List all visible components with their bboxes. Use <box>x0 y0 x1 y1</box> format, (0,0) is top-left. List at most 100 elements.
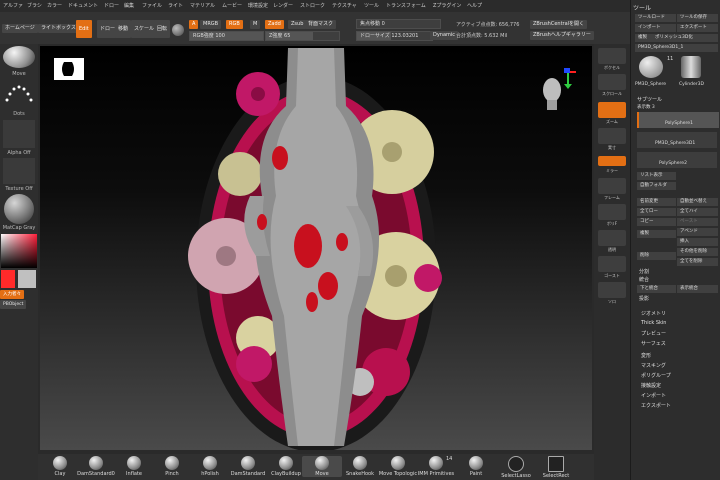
insert-button[interactable]: 挿入 <box>677 238 718 246</box>
frame-button[interactable] <box>598 178 626 194</box>
brush-pinch[interactable]: Pinch <box>152 456 192 477</box>
merge-down-button[interactable]: 下と統合 <box>637 285 676 293</box>
subtool-item-1[interactable]: PolySphere1 <box>637 112 719 128</box>
mirror-button[interactable] <box>598 156 626 166</box>
contact-section[interactable]: 接触設定 <box>641 382 661 389</box>
subtool-item-2[interactable]: PM3D_Sphere3D1 <box>637 132 717 148</box>
brush-inflate[interactable]: Inflate <box>114 456 154 477</box>
menu-texture[interactable]: テクスチャ <box>332 2 357 9</box>
menu-help[interactable]: ヘルプ <box>467 2 482 9</box>
zbrush-help-button[interactable]: ZBrushヘルプギャラリー <box>530 31 594 40</box>
masking-section[interactable]: マスキング <box>641 362 666 369</box>
rgb-button[interactable]: RGB <box>226 20 243 29</box>
menu-preferences[interactable]: 環境設定 <box>248 2 268 9</box>
surface-section[interactable]: サーフェス <box>641 340 666 347</box>
menu-document[interactable]: ドキュメント <box>68 2 98 9</box>
menu-light[interactable]: ライト <box>168 2 183 9</box>
active-mesh-name[interactable]: PM3D_Sphere3D1_1 <box>635 44 718 52</box>
brush-selectrect[interactable]: SelectRect <box>536 456 576 479</box>
focal-shift-slider[interactable]: 焦点移動 0 <box>356 19 441 29</box>
menu-stroke[interactable]: ストローク <box>300 2 325 9</box>
rename-button[interactable]: 名前変更 <box>637 198 676 206</box>
subtool-item-3[interactable]: PolySphere2 <box>637 152 717 168</box>
a-toggle[interactable]: A <box>189 20 199 29</box>
pbobject-button[interactable]: PBObject <box>0 300 27 309</box>
transp-button[interactable] <box>598 230 626 246</box>
list-all-button[interactable]: リスト表示 <box>637 172 676 180</box>
zbrushcentral-button[interactable]: ZBrushCentralを開く <box>530 20 588 29</box>
brush-clay[interactable]: Clay <box>40 456 80 477</box>
brush-selectlasso[interactable]: SelectLasso <box>496 456 536 479</box>
preview-section[interactable]: プレビュー <box>641 330 666 337</box>
make-polymesh-button[interactable]: ポリメッシュ3D化 <box>652 34 718 42</box>
m-button[interactable]: M <box>250 20 261 29</box>
texture-thumbnail[interactable] <box>3 158 35 184</box>
rotate-button[interactable]: 回転 <box>154 20 171 38</box>
bpr-button[interactable] <box>598 48 626 64</box>
move-mode-button[interactable]: 移動 <box>115 20 132 38</box>
tool-save-button[interactable]: ツールの保存 <box>677 14 718 22</box>
polyf-button[interactable] <box>598 204 626 220</box>
duplicate-button[interactable]: 複製 <box>637 230 676 238</box>
all-low-button[interactable]: 全てロー <box>637 208 676 216</box>
menu-material[interactable]: マテリアル <box>190 2 215 9</box>
mesh-thumbnail-1[interactable] <box>639 56 663 78</box>
tool-export-button[interactable]: エクスポート <box>677 24 718 32</box>
brush-claybuildup[interactable]: ClayBuildup <box>266 456 306 477</box>
menu-brush[interactable]: ブラシ <box>27 2 42 9</box>
sculpt-model[interactable] <box>40 46 592 450</box>
brush-preview-icon[interactable] <box>3 46 35 68</box>
input-button[interactable]: 入力者々 <box>0 290 24 299</box>
delete-button[interactable]: 削除 <box>637 252 676 260</box>
brush-damstandard0[interactable]: DamStandard0 <box>76 456 116 477</box>
menu-color[interactable]: カラー <box>47 2 62 9</box>
brush-move[interactable]: Move <box>302 456 342 477</box>
brush-hpolish[interactable]: hPolish <box>190 456 230 477</box>
z-intensity-slider[interactable]: Z強度 65 <box>265 31 340 41</box>
auto-folder-button[interactable]: 自動フォルダ <box>637 182 676 190</box>
menu-tool[interactable]: ツール <box>364 2 379 9</box>
main-color-swatch[interactable] <box>1 270 15 288</box>
secondary-color-swatch[interactable] <box>18 270 36 288</box>
menu-render[interactable]: レンダー <box>273 2 293 9</box>
append-button[interactable]: アペンド <box>677 228 718 236</box>
project-section[interactable]: 投影 <box>639 295 649 302</box>
edit-button[interactable]: Edit <box>76 20 92 38</box>
lightbox-button[interactable]: ライトボックス <box>38 24 79 33</box>
menu-transform[interactable]: トランスフォーム <box>386 2 426 9</box>
menu-zplugin[interactable]: Zプラグイン <box>433 2 461 9</box>
delete-all-button[interactable]: 全てを削除 <box>677 258 718 266</box>
stroke-dots-icon[interactable] <box>3 80 35 110</box>
tool-load-button[interactable]: ツールロード <box>635 14 676 22</box>
brush-move-topologic[interactable]: Move Topologic <box>378 456 418 477</box>
brush-snakehook[interactable]: SnakeHook <box>340 456 380 477</box>
solo-button[interactable] <box>598 282 626 298</box>
document-canvas[interactable] <box>40 46 592 450</box>
menu-draw[interactable]: ドロー <box>104 2 119 9</box>
alpha-thumbnail[interactable] <box>3 120 35 148</box>
merge-section[interactable]: 統合 <box>639 276 649 283</box>
clone-button[interactable]: 複製 <box>635 34 653 42</box>
menu-movie[interactable]: ムービー <box>222 2 242 9</box>
menu-edit[interactable]: 編集 <box>124 2 134 9</box>
paste-subtool-button[interactable]: ペースト <box>677 218 718 226</box>
tool-copy-button[interactable]: インポート <box>635 24 676 32</box>
auto-reorder-button[interactable]: 自動並べ替え <box>677 198 718 206</box>
draw-size-slider[interactable]: ドローサイズ 123.03201 <box>356 31 433 41</box>
all-high-button[interactable]: 全てハイ <box>677 208 718 216</box>
rgb-intensity-slider[interactable]: RGB強度 100 <box>189 31 264 41</box>
mrgb-button[interactable]: MRGB <box>200 20 222 29</box>
thick-skin-section[interactable]: Thick Skin <box>641 320 666 326</box>
zsub-button[interactable]: Zsub <box>288 20 307 29</box>
scroll-button[interactable] <box>598 74 626 90</box>
material-thumbnail[interactable] <box>4 194 34 224</box>
geometry-section[interactable]: ジオメトリ <box>641 310 666 317</box>
home-page-button[interactable]: ホームページ <box>2 24 38 33</box>
brush-damstandard[interactable]: DamStandard <box>228 456 268 477</box>
menu-alpha[interactable]: アルファ <box>3 2 23 9</box>
menu-file[interactable]: ファイル <box>142 2 162 9</box>
brush-paint[interactable]: Paint <box>456 456 496 477</box>
back-mask-button[interactable]: 背面マスク <box>305 20 337 29</box>
merge-visible-button[interactable]: 表示統合 <box>677 285 718 293</box>
color-picker[interactable] <box>1 234 37 268</box>
